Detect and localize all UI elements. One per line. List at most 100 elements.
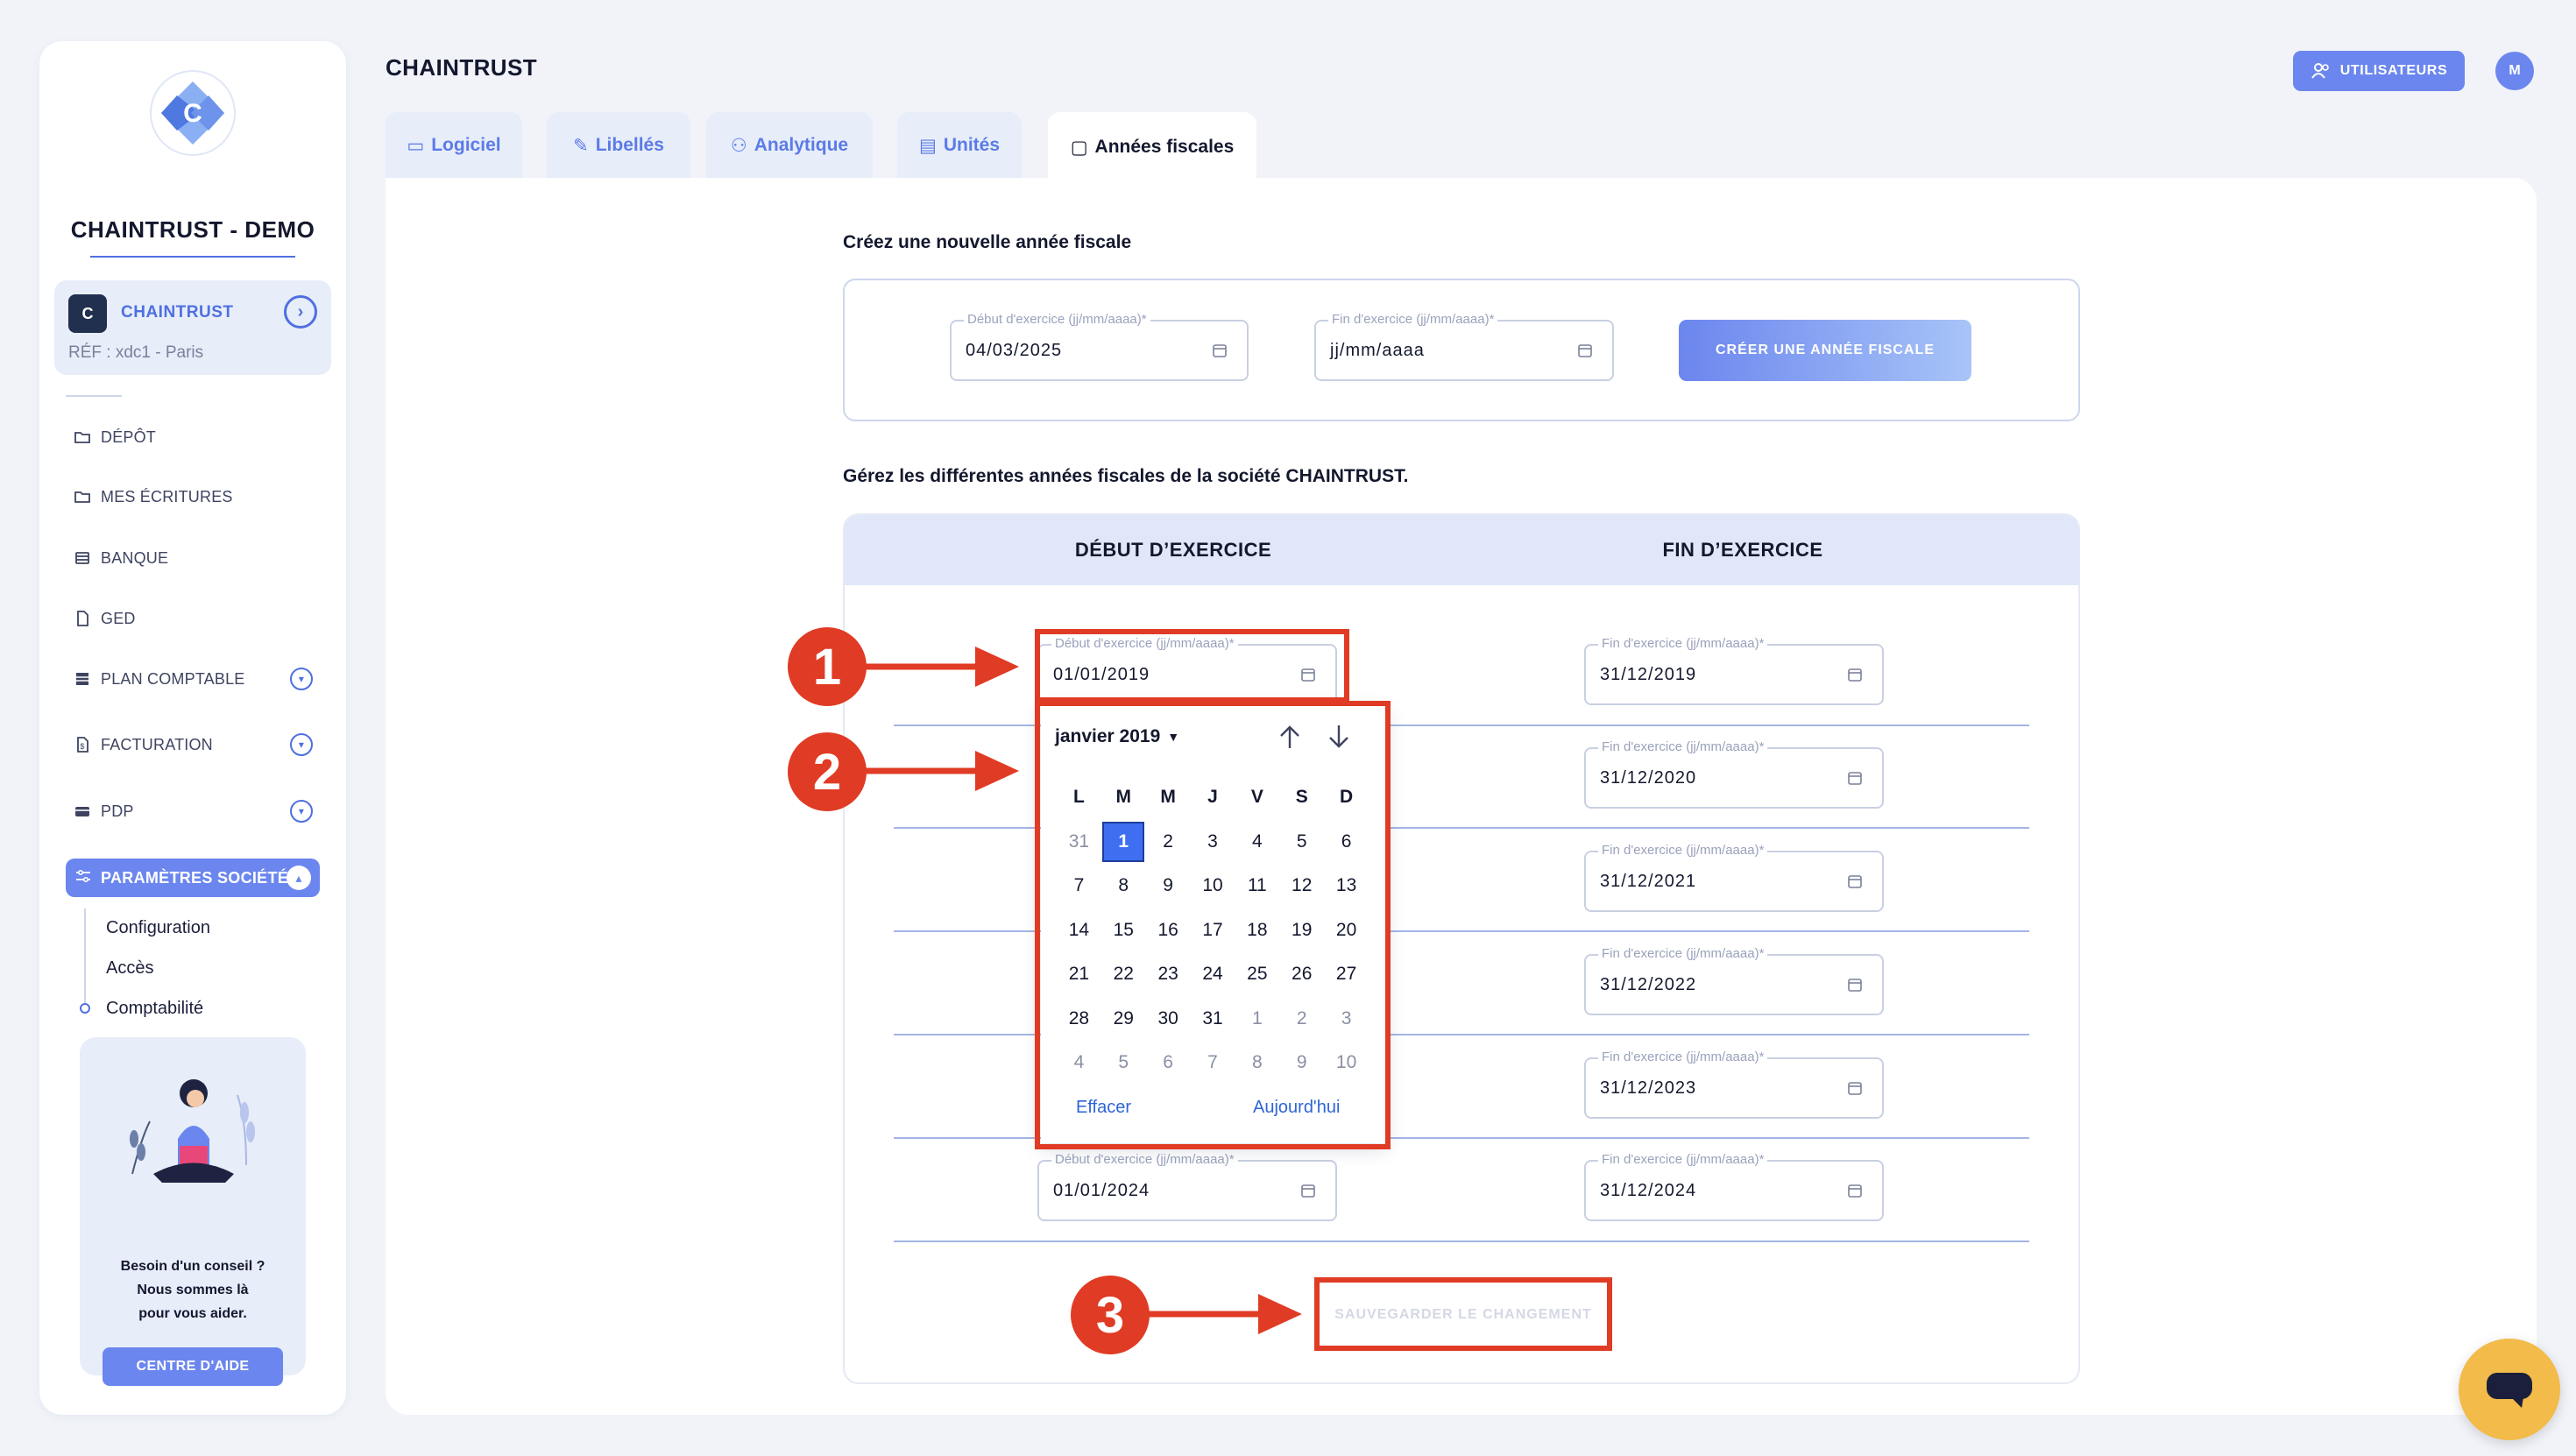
tab-unites[interactable]: ▤ Unités	[897, 112, 1022, 179]
folder-icon	[73, 487, 92, 506]
field-value: 31/12/2023	[1600, 1078, 1697, 1098]
sidebar-item-facturation[interactable]: $ FACTURATION ▾	[73, 724, 313, 766]
card-icon	[73, 802, 92, 821]
create-start-date-field[interactable]: Début d'exercice (jj/mm/aaaa)* 04/03/202…	[950, 312, 1249, 381]
sidebar-item-mes-ecritures[interactable]: MES ÉCRITURES	[73, 476, 313, 518]
help-card: Besoin d'un conseil ? Nous sommes là pou…	[80, 1037, 306, 1386]
users-icon: ⚇	[730, 135, 747, 156]
create-fiscal-year-button[interactable]: CRÉER UNE ANNÉE FISCALE	[1679, 320, 1971, 381]
calendar-icon[interactable]	[1847, 1080, 1863, 1096]
fiscal-years-table: DÉBUT D’EXERCICE FIN D’EXERCICE	[843, 513, 2080, 1384]
box-icon: ▤	[918, 135, 937, 156]
chevron-right-icon[interactable]: ›	[284, 295, 317, 329]
chevron-up-icon[interactable]: ▴	[287, 866, 311, 890]
annotation-box-1	[1035, 629, 1349, 703]
annotation-arrow-3	[1146, 1294, 1302, 1334]
field-value: 31/12/2024	[1600, 1180, 1697, 1200]
support-illustration-icon	[130, 1079, 255, 1183]
row-1-end-date-field[interactable]: Fin d'exercice (jj/mm/aaaa)* 31/12/2019	[1584, 636, 1884, 705]
document-icon	[73, 609, 92, 628]
help-line-1: Besoin d'un conseil ?	[120, 1259, 265, 1274]
subnav-item-configuration[interactable]: Configuration	[106, 918, 210, 938]
users-icon	[2311, 63, 2329, 79]
subnav-active-dot	[80, 1003, 90, 1014]
field-value: 31/12/2020	[1600, 767, 1697, 788]
annotation-badge-1: 1	[788, 627, 867, 706]
page-title: CHAINTRUST	[386, 54, 537, 81]
subnav-item-comptabilite[interactable]: Comptabilité	[106, 999, 203, 1019]
annotation-badge-3: 3	[1071, 1276, 1150, 1354]
chat-bubble-icon	[2487, 1373, 2532, 1408]
table-icon	[73, 669, 92, 689]
sidebar-item-parametres-societe[interactable]: PARAMÈTRES SOCIÉTÉ ▴	[66, 859, 320, 897]
calendar-icon[interactable]	[1577, 343, 1593, 358]
field-value: 04/03/2025	[966, 340, 1063, 360]
col-start-header: DÉBUT D’EXERCICE	[1074, 539, 1272, 561]
annotation-box-3	[1314, 1277, 1612, 1351]
calendar-icon[interactable]	[1847, 667, 1863, 682]
bank-icon	[73, 548, 92, 568]
calendar-icon: ▢	[1070, 137, 1088, 158]
field-value: 31/12/2022	[1600, 974, 1697, 994]
svg-text:C: C	[183, 99, 202, 128]
sidebar: C CHAINTRUST - DEMO C CHAINTRUST › RÉF :…	[39, 41, 346, 1415]
annotation-arrow-2	[863, 751, 1019, 791]
row-4-end-date-field[interactable]: Fin d'exercice (jj/mm/aaaa)* 31/12/2022	[1584, 946, 1884, 1015]
chat-button[interactable]	[2459, 1339, 2560, 1440]
company-card-name: CHAINTRUST	[121, 303, 234, 322]
help-line-2: Nous sommes là	[137, 1283, 249, 1297]
tab-logiciel[interactable]: ▭ Logiciel	[386, 112, 522, 179]
field-value: 31/12/2021	[1600, 871, 1697, 891]
subnav-item-acces[interactable]: Accès	[106, 958, 153, 979]
sidebar-item-label: PDP	[101, 802, 134, 820]
chevron-down-icon[interactable]: ▾	[290, 800, 313, 823]
tab-label: Analytique	[754, 135, 849, 155]
row-2-end-date-field[interactable]: Fin d'exercice (jj/mm/aaaa)* 31/12/2020	[1584, 739, 1884, 809]
sidebar-item-label: DÉPÔT	[101, 428, 157, 446]
sidebar-separator	[66, 395, 122, 397]
annotation-box-2	[1035, 701, 1391, 1149]
create-heading: Créez une nouvelle année fiscale	[843, 232, 1132, 252]
row-5-end-date-field[interactable]: Fin d'exercice (jj/mm/aaaa)* 31/12/2023	[1584, 1050, 1884, 1119]
tab-annees-fiscales[interactable]: ▢ Années fiscales	[1048, 112, 1256, 182]
company-title: CHAINTRUST - DEMO	[70, 216, 315, 243]
tab-libelles[interactable]: ✎ Libellés	[547, 112, 690, 179]
help-text: Besoin d'un conseil ? Nous sommes là pou…	[80, 1255, 306, 1325]
sidebar-item-label: FACTURATION	[101, 735, 213, 753]
chevron-down-icon[interactable]: ▾	[290, 668, 313, 690]
help-center-button[interactable]: CENTRE D'AIDE	[103, 1347, 283, 1386]
calendar-icon[interactable]	[1847, 1183, 1863, 1198]
sidebar-item-ged[interactable]: GED	[73, 597, 313, 640]
row-6-start-date-field[interactable]: Début d'exercice (jj/mm/aaaa)* 01/01/202…	[1037, 1152, 1337, 1221]
calendar-icon[interactable]	[1847, 977, 1863, 993]
field-placeholder: jj/mm/aaaa	[1330, 340, 1425, 360]
sidebar-item-banque[interactable]: BANQUE	[73, 537, 313, 579]
company-logo-icon: C	[150, 70, 236, 156]
avatar[interactable]: M	[2495, 52, 2534, 90]
calendar-icon[interactable]	[1212, 343, 1228, 358]
create-end-date-field[interactable]: Fin d'exercice (jj/mm/aaaa)* jj/mm/aaaa	[1314, 312, 1614, 381]
tab-label: Années fiscales	[1094, 137, 1235, 157]
annotation-badge-2: 2	[788, 732, 867, 811]
col-end-header: FIN D’EXERCICE	[1662, 539, 1823, 561]
sidebar-item-label: BANQUE	[101, 548, 169, 567]
sidebar-item-plan-comptable[interactable]: PLAN COMPTABLE ▾	[73, 658, 313, 700]
row-3-end-date-field[interactable]: Fin d'exercice (jj/mm/aaaa)* 31/12/2021	[1584, 843, 1884, 912]
tab-label: Libellés	[595, 135, 664, 155]
company-card-ref: RÉF : xdc1 - Paris	[68, 343, 204, 362]
chevron-down-icon[interactable]: ▾	[290, 733, 313, 756]
calendar-icon[interactable]	[1847, 770, 1863, 786]
sidebar-item-label: MES ÉCRITURES	[101, 487, 233, 505]
annotation-arrow-1	[863, 647, 1019, 687]
calendar-icon[interactable]	[1847, 873, 1863, 889]
calendar-icon[interactable]	[1300, 1183, 1316, 1198]
tab-analytique[interactable]: ⚇ Analytique	[706, 112, 873, 179]
row-6-end-date-field[interactable]: Fin d'exercice (jj/mm/aaaa)* 31/12/2024	[1584, 1152, 1884, 1221]
sidebar-item-pdp[interactable]: PDP ▾	[73, 790, 313, 832]
company-card[interactable]: C CHAINTRUST › RÉF : xdc1 - Paris	[54, 280, 331, 375]
sidebar-item-depot[interactable]: DÉPÔT	[73, 416, 313, 458]
folder-icon	[73, 428, 92, 447]
users-button-label: UTILISATEURS	[2339, 63, 2448, 78]
sliders-icon	[74, 867, 92, 889]
users-button[interactable]: UTILISATEURS	[2293, 51, 2465, 91]
